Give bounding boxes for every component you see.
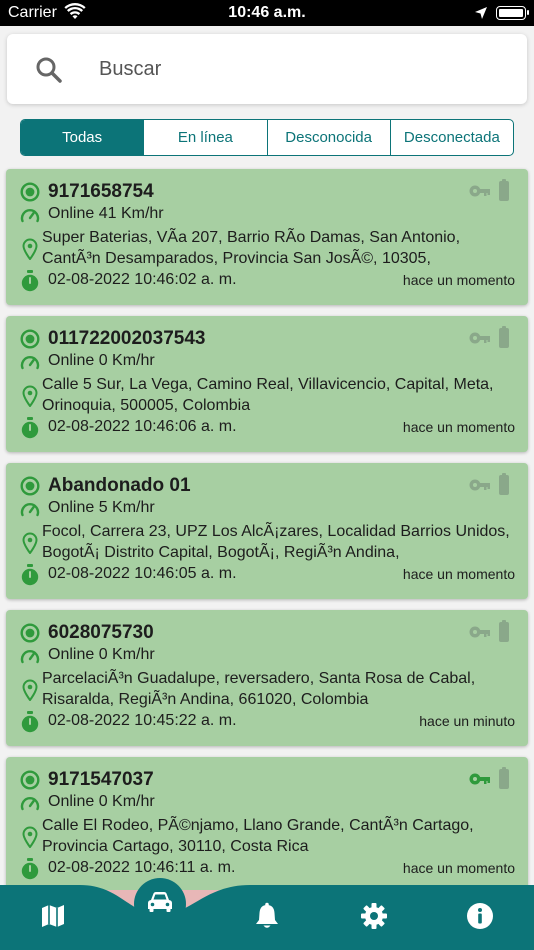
location-pin-icon bbox=[22, 385, 38, 412]
device-last-seen: hace un momento bbox=[402, 419, 515, 435]
tab-todas[interactable]: Todas bbox=[21, 120, 144, 155]
search-bar bbox=[7, 34, 527, 104]
device-address: Super Baterias, VÃa 207, Barrio RÃo Dama… bbox=[42, 229, 461, 267]
key-icon[interactable] bbox=[469, 184, 491, 203]
nav-settings-button[interactable] bbox=[354, 900, 394, 936]
key-icon[interactable] bbox=[469, 331, 491, 350]
stopwatch-icon bbox=[20, 711, 40, 738]
device-datetime: 02-08-2022 10:46:05 a. m. bbox=[48, 565, 237, 582]
search-input[interactable] bbox=[99, 52, 499, 86]
device-last-seen: hace un minuto bbox=[419, 713, 515, 729]
status-online-icon bbox=[20, 182, 40, 207]
car-icon bbox=[146, 890, 174, 919]
tab-desconectada[interactable]: Desconectada bbox=[389, 120, 513, 155]
device-speed: Online 0 Km/hr bbox=[48, 352, 155, 369]
gear-icon bbox=[360, 902, 388, 935]
device-speed: Online 0 Km/hr bbox=[48, 793, 155, 810]
device-name: Abandonado 01 bbox=[48, 475, 191, 496]
device-datetime: 02-08-2022 10:45:22 a. m. bbox=[48, 712, 237, 729]
battery-icon bbox=[499, 179, 509, 201]
device-datetime: 02-08-2022 10:46:06 a. m. bbox=[48, 418, 237, 435]
speedometer-icon bbox=[20, 353, 40, 376]
nav-map-button[interactable] bbox=[33, 900, 73, 936]
location-pin-icon bbox=[22, 238, 38, 265]
device-name: 9171547037 bbox=[48, 769, 154, 790]
speedometer-icon bbox=[20, 206, 40, 229]
status-online-icon bbox=[20, 770, 40, 795]
key-icon[interactable] bbox=[469, 625, 491, 644]
location-arrow-icon bbox=[474, 6, 488, 25]
device-card[interactable]: 9171658754 Online 41 Km/hr Super Bateria… bbox=[6, 169, 528, 305]
key-icon[interactable] bbox=[469, 478, 491, 497]
device-datetime: 02-08-2022 10:46:11 a. m. bbox=[48, 859, 236, 876]
tab-en-linea[interactable]: En línea bbox=[143, 120, 266, 155]
battery-icon bbox=[499, 767, 509, 789]
device-speed: Online 5 Km/hr bbox=[48, 499, 155, 516]
key-icon[interactable] bbox=[469, 772, 491, 791]
device-name: 011722002037543 bbox=[48, 328, 206, 349]
battery-icon bbox=[499, 473, 509, 495]
nav-info-button[interactable] bbox=[460, 900, 500, 936]
device-datetime: 02-08-2022 10:46:02 a. m. bbox=[48, 271, 237, 288]
tab-desconocida[interactable]: Desconocida bbox=[266, 120, 390, 155]
speedometer-icon bbox=[20, 647, 40, 670]
location-pin-icon bbox=[22, 679, 38, 706]
device-speed: Online 41 Km/hr bbox=[48, 205, 164, 222]
battery-icon bbox=[499, 620, 509, 642]
stopwatch-icon bbox=[20, 858, 40, 885]
device-address: Calle El Rodeo, PÃ©njamo, Llano Grande, … bbox=[42, 817, 474, 855]
battery-icon bbox=[499, 326, 509, 348]
speedometer-icon bbox=[20, 794, 40, 817]
device-last-seen: hace un momento bbox=[402, 272, 515, 288]
status-online-icon bbox=[20, 329, 40, 354]
stopwatch-icon bbox=[20, 417, 40, 444]
device-name: 6028075730 bbox=[48, 622, 154, 643]
nav-alerts-button[interactable] bbox=[247, 900, 287, 936]
stopwatch-icon bbox=[20, 270, 40, 297]
status-online-icon bbox=[20, 623, 40, 648]
search-icon bbox=[35, 56, 63, 89]
device-speed: Online 0 Km/hr bbox=[48, 646, 155, 663]
filter-tabs: Todas En línea Desconocida Desconectada bbox=[20, 119, 514, 156]
device-last-seen: hace un momento bbox=[402, 566, 515, 582]
device-card[interactable]: 011722002037543 Online 0 Km/hr Calle 5 S… bbox=[6, 316, 528, 452]
status-online-icon bbox=[20, 476, 40, 501]
map-icon bbox=[40, 903, 66, 934]
device-address: Calle 5 Sur, La Vega, Camino Real, Villa… bbox=[42, 376, 494, 414]
device-card[interactable]: Abandonado 01 Online 5 Km/hr Focol, Carr… bbox=[6, 463, 528, 599]
speedometer-icon bbox=[20, 500, 40, 523]
status-bar: Carrier 10:46 a.m. bbox=[0, 0, 534, 26]
device-address: Focol, Carrera 23, UPZ Los AlcÃ¡zares, L… bbox=[42, 523, 510, 561]
nav-devices-button[interactable] bbox=[134, 878, 186, 930]
location-pin-icon bbox=[22, 826, 38, 853]
device-address: ParcelaciÃ³n Guadalupe, reversadero, San… bbox=[42, 670, 476, 708]
device-last-seen: hace un momento bbox=[402, 860, 515, 876]
location-pin-icon bbox=[22, 532, 38, 559]
battery-icon bbox=[496, 6, 529, 20]
info-icon bbox=[466, 902, 494, 935]
bell-icon bbox=[254, 902, 280, 935]
device-name: 9171658754 bbox=[48, 181, 154, 202]
device-card[interactable]: 6028075730 Online 0 Km/hr ParcelaciÃ³n G… bbox=[6, 610, 528, 746]
device-card[interactable]: 9171547037 Online 0 Km/hr Calle El Rodeo… bbox=[6, 757, 528, 893]
stopwatch-icon bbox=[20, 564, 40, 591]
clock-time: 10:46 a.m. bbox=[228, 4, 306, 21]
